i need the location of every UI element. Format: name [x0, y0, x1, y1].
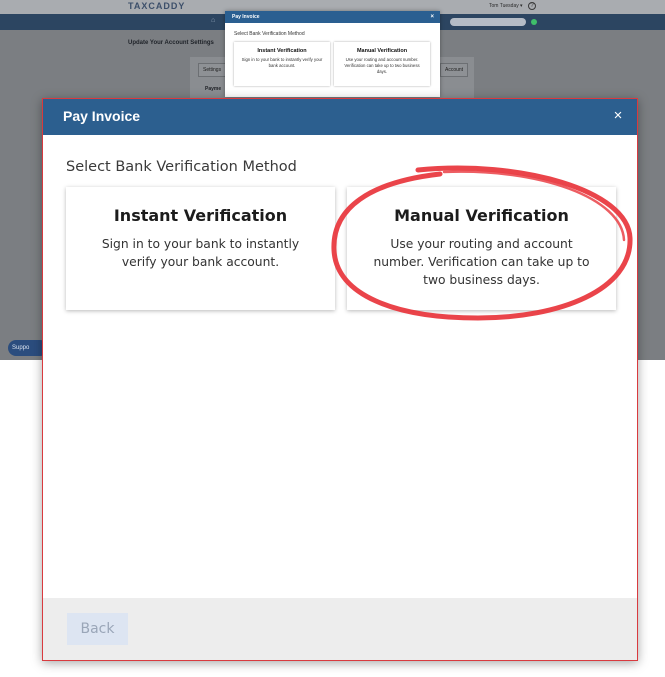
mini-modal-subtitle: Select Bank Verification Method [234, 31, 305, 37]
modal-header: Pay Invoice × [43, 99, 637, 135]
background-logo: TAXCADDY [128, 1, 186, 11]
modal-title: Pay Invoice [63, 108, 141, 124]
pay-invoice-modal: Pay Invoice × Select Bank Verification M… [42, 98, 638, 661]
mini-option-description: Sign in to your bank to instantly verify… [241, 57, 323, 68]
close-icon[interactable]: × [609, 107, 627, 125]
modal-footer: Back [43, 598, 637, 660]
home-icon: ⌂ [211, 17, 216, 24]
mini-modal-header: Pay Invoice × [225, 11, 440, 23]
mini-option-description: Use your routing and account number. Ver… [344, 57, 420, 74]
background-mini-modal: Pay Invoice × Select Bank Verification M… [225, 11, 440, 97]
option-description: Sign in to your bank to instantly verify… [101, 237, 300, 269]
modal-subtitle: Select Bank Verification Method [66, 159, 297, 175]
chevron-down-icon: ▾ [520, 3, 523, 9]
instant-verification-option[interactable]: Instant Verification Sign in to your ban… [66, 187, 335, 310]
mini-option-manual: Manual Verification Use your routing and… [334, 42, 430, 86]
option-title: Instant Verification [113, 206, 288, 225]
background-account-tab: Account [440, 63, 469, 77]
mini-option-instant: Instant Verification Sign in to your ban… [234, 42, 330, 86]
status-dot [531, 19, 537, 25]
background-settings-tab: Settings [198, 63, 227, 77]
mini-modal-title: Pay Invoice [232, 14, 260, 20]
background-payment-label: Payme [205, 86, 222, 92]
background-page-heading: Update Your Account Settings [128, 40, 214, 46]
mini-option-title: Instant Verification [257, 48, 307, 54]
background-search-input [450, 18, 526, 26]
close-icon: × [430, 14, 434, 20]
help-icon: ? [528, 2, 536, 10]
back-button[interactable]: Back [67, 613, 128, 645]
option-description: Use your routing and account number. Ver… [373, 237, 590, 287]
option-title: Manual Verification [394, 206, 569, 225]
background-user-name: Tom Tuesday [489, 3, 519, 9]
manual-verification-option[interactable]: Manual Verification Use your routing and… [347, 187, 616, 310]
mini-option-title: Manual Verification [356, 48, 408, 54]
